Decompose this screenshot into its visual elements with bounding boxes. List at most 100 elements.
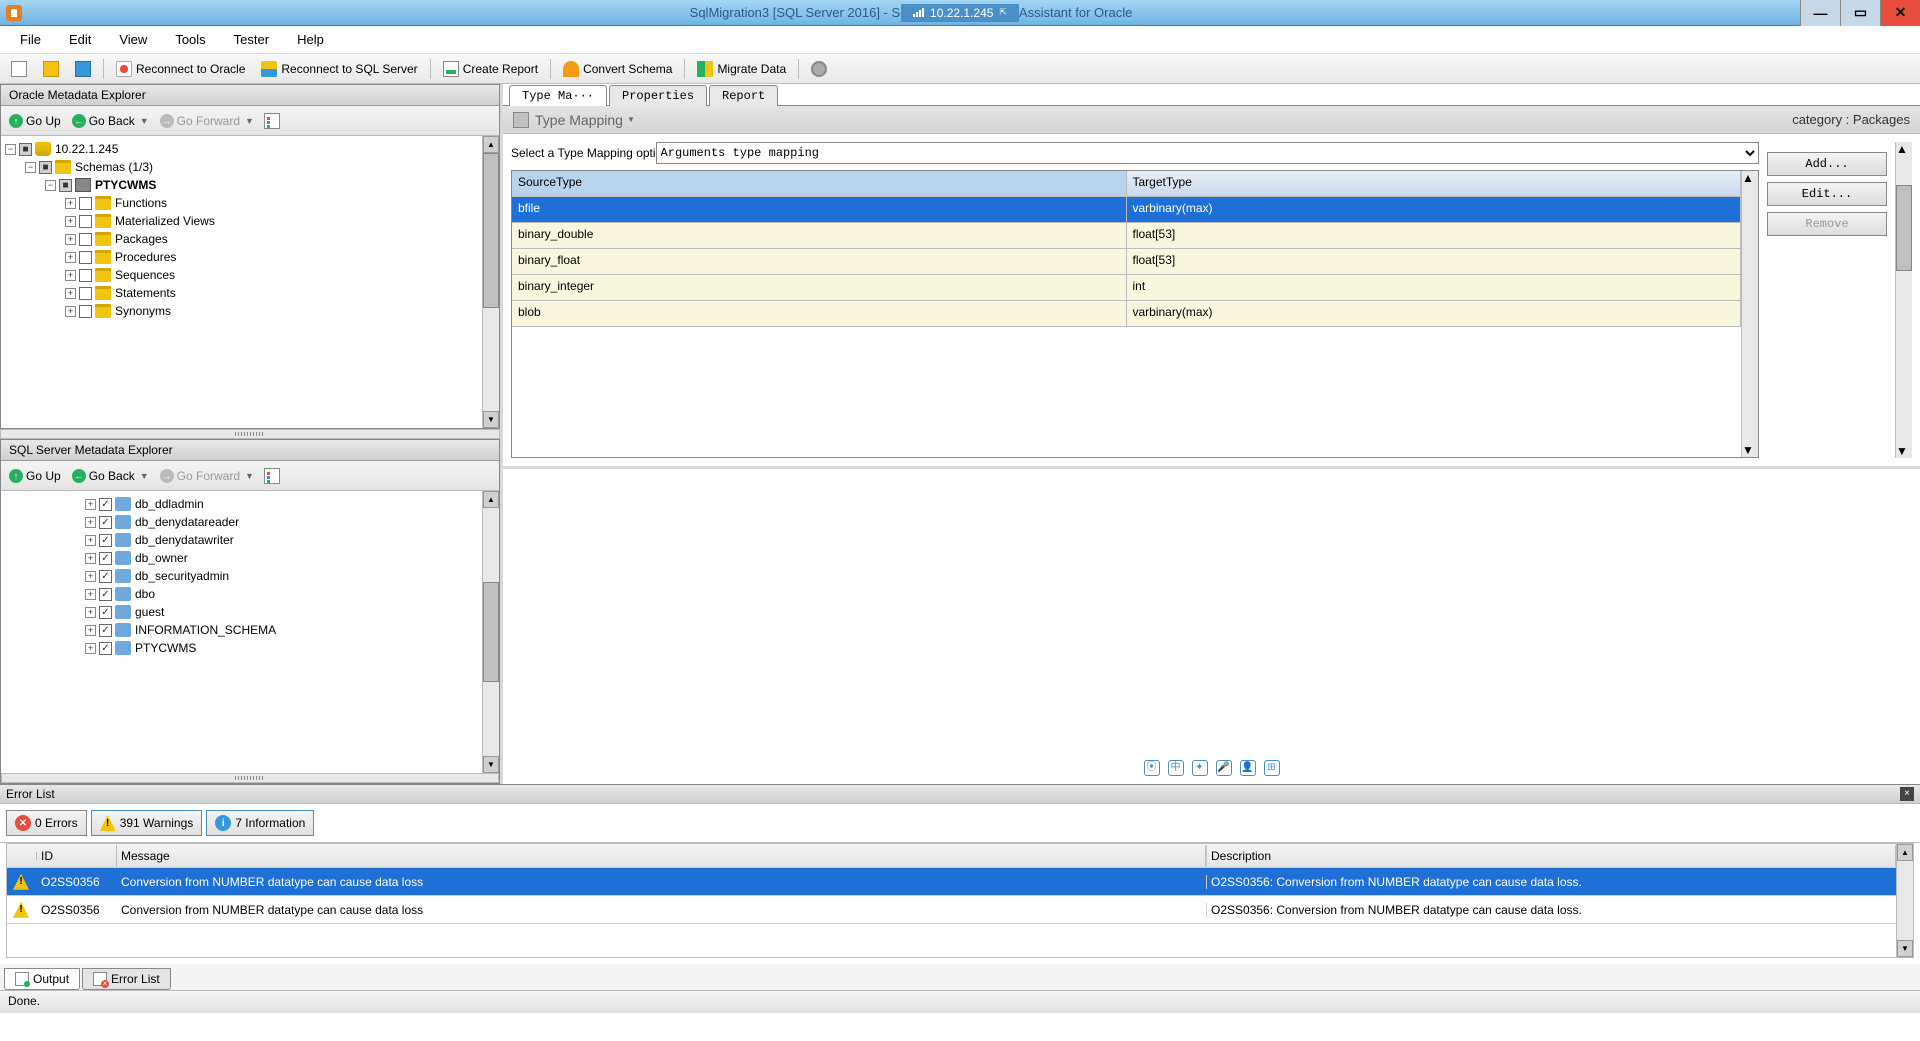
collapse-icon[interactable]: −: [45, 180, 56, 191]
checkbox[interactable]: [99, 606, 112, 619]
grid-row[interactable]: binary_doublefloat[53]: [512, 223, 1741, 249]
migrate-data-button[interactable]: Migrate Data: [690, 57, 793, 81]
tree-node-packages[interactable]: +Packages: [5, 230, 478, 248]
grid-row[interactable]: blobvarbinary(max): [512, 301, 1741, 327]
expand-icon[interactable]: +: [85, 553, 96, 564]
col-sourcetype[interactable]: SourceType: [512, 171, 1127, 196]
expand-icon[interactable]: +: [85, 571, 96, 582]
grid-icon[interactable]: ⊞: [1264, 760, 1280, 776]
col-description[interactable]: Description: [1206, 845, 1896, 867]
minimize-button[interactable]: —: [1800, 0, 1840, 26]
expand-icon[interactable]: +: [85, 517, 96, 528]
scroll-up-button[interactable]: ▲: [1896, 142, 1912, 156]
scrollbar[interactable]: ▲ ▼: [482, 136, 499, 428]
sql-tree[interactable]: +db_ddladmin+db_denydatareader+db_denyda…: [1, 491, 482, 773]
oracle-tree[interactable]: −■10.22.1.245 −■Schemas (1/3) −■PTYCWMS …: [1, 136, 482, 428]
tree-node[interactable]: +PTYCWMS: [5, 639, 478, 657]
grid-row[interactable]: binary_floatfloat[53]: [512, 249, 1741, 275]
checkbox[interactable]: [79, 305, 92, 318]
checkbox[interactable]: [79, 197, 92, 210]
tree-node-functions[interactable]: +Functions: [5, 194, 478, 212]
scroll-up-button[interactable]: ▲: [1742, 171, 1758, 185]
save-button[interactable]: [68, 57, 98, 81]
mapping-option-select[interactable]: Arguments type mapping: [656, 142, 1759, 164]
grip[interactable]: [1, 773, 499, 783]
list-view-icon[interactable]: [264, 468, 280, 484]
error-row[interactable]: !O2SS0356Conversion from NUMBER datatype…: [7, 896, 1896, 924]
checkbox[interactable]: ■: [59, 179, 72, 192]
remove-button[interactable]: Remove: [1767, 212, 1887, 236]
tree-node-sequences[interactable]: +Sequences: [5, 266, 478, 284]
expand-icon[interactable]: +: [85, 499, 96, 510]
menu-view[interactable]: View: [107, 28, 159, 51]
output-tab[interactable]: Output: [4, 968, 80, 990]
tree-node[interactable]: +guest: [5, 603, 478, 621]
tab-type-mapping[interactable]: Type Ma···: [509, 85, 607, 106]
expand-icon[interactable]: +: [85, 607, 96, 618]
ime-icon[interactable]: ⦿: [1144, 760, 1160, 776]
go-up-button[interactable]: ↑Go Up: [5, 467, 65, 485]
tree-node-schemas[interactable]: −■Schemas (1/3): [5, 158, 478, 176]
maximize-button[interactable]: ▭: [1840, 0, 1880, 26]
expand-icon[interactable]: +: [85, 643, 96, 654]
scroll-down-button[interactable]: ▼: [483, 756, 499, 773]
checkbox[interactable]: [79, 233, 92, 246]
scroll-down-button[interactable]: ▼: [1742, 443, 1758, 457]
checkbox[interactable]: [99, 516, 112, 529]
error-list-tab[interactable]: Error List: [82, 968, 171, 990]
checkbox[interactable]: [99, 642, 112, 655]
scroll-up-button[interactable]: ▲: [483, 136, 499, 153]
scrollbar[interactable]: ▲ ▼: [1741, 171, 1758, 457]
scroll-down-button[interactable]: ▼: [1897, 940, 1913, 957]
grid-row[interactable]: binary_integerint: [512, 275, 1741, 301]
go-back-button[interactable]: ←Go Back▼: [68, 112, 153, 130]
col-id[interactable]: ID: [37, 845, 117, 867]
checkbox[interactable]: [99, 552, 112, 565]
col-targettype[interactable]: TargetType: [1127, 171, 1742, 196]
error-row[interactable]: !O2SS0356Conversion from NUMBER datatype…: [7, 868, 1896, 896]
mic-icon[interactable]: 🎤: [1216, 760, 1232, 776]
expand-icon[interactable]: +: [65, 288, 76, 299]
checkbox[interactable]: [99, 498, 112, 511]
menu-help[interactable]: Help: [285, 28, 336, 51]
go-up-button[interactable]: ↑Go Up: [5, 112, 65, 130]
tree-node[interactable]: +db_ddladmin: [5, 495, 478, 513]
create-report-button[interactable]: Create Report: [436, 57, 545, 81]
menu-tester[interactable]: Tester: [222, 28, 281, 51]
close-button[interactable]: ✕: [1880, 0, 1920, 26]
checkbox[interactable]: [99, 588, 112, 601]
convert-schema-button[interactable]: Convert Schema: [556, 57, 679, 81]
checkbox[interactable]: [79, 287, 92, 300]
checkbox[interactable]: [79, 215, 92, 228]
sparkle-icon[interactable]: ✦: [1192, 760, 1208, 776]
chevron-down-icon[interactable]: ▼: [627, 115, 635, 124]
checkbox[interactable]: ■: [19, 143, 32, 156]
open-button[interactable]: [36, 57, 66, 81]
menu-file[interactable]: File: [8, 28, 53, 51]
col-icon[interactable]: [7, 852, 37, 860]
scroll-up-button[interactable]: ▲: [483, 491, 499, 508]
edit-button[interactable]: Edit...: [1767, 182, 1887, 206]
collapse-icon[interactable]: −: [5, 144, 16, 155]
close-panel-button[interactable]: ×: [1900, 787, 1914, 801]
menu-edit[interactable]: Edit: [57, 28, 103, 51]
scroll-down-button[interactable]: ▼: [483, 411, 499, 428]
scroll-thumb[interactable]: [483, 153, 499, 308]
go-forward-button[interactable]: →Go Forward▼: [156, 467, 258, 485]
tree-node[interactable]: +db_securityadmin: [5, 567, 478, 585]
expand-icon[interactable]: +: [65, 216, 76, 227]
new-button[interactable]: [4, 57, 34, 81]
tree-node-matviews[interactable]: +Materialized Views: [5, 212, 478, 230]
checkbox[interactable]: [99, 570, 112, 583]
go-back-button[interactable]: ←Go Back▼: [68, 467, 153, 485]
tree-node[interactable]: +dbo: [5, 585, 478, 603]
tab-report[interactable]: Report: [709, 85, 778, 106]
tree-node-synonyms[interactable]: +Synonyms: [5, 302, 478, 320]
reconnect-sql-button[interactable]: Reconnect to SQL Server: [254, 57, 424, 81]
lang-icon[interactable]: 中: [1168, 760, 1184, 776]
tree-node[interactable]: +db_denydatareader: [5, 513, 478, 531]
expand-icon[interactable]: +: [85, 625, 96, 636]
tab-properties[interactable]: Properties: [609, 85, 707, 106]
reconnect-oracle-button[interactable]: Reconnect to Oracle: [109, 57, 252, 81]
tree-node[interactable]: +INFORMATION_SCHEMA: [5, 621, 478, 639]
